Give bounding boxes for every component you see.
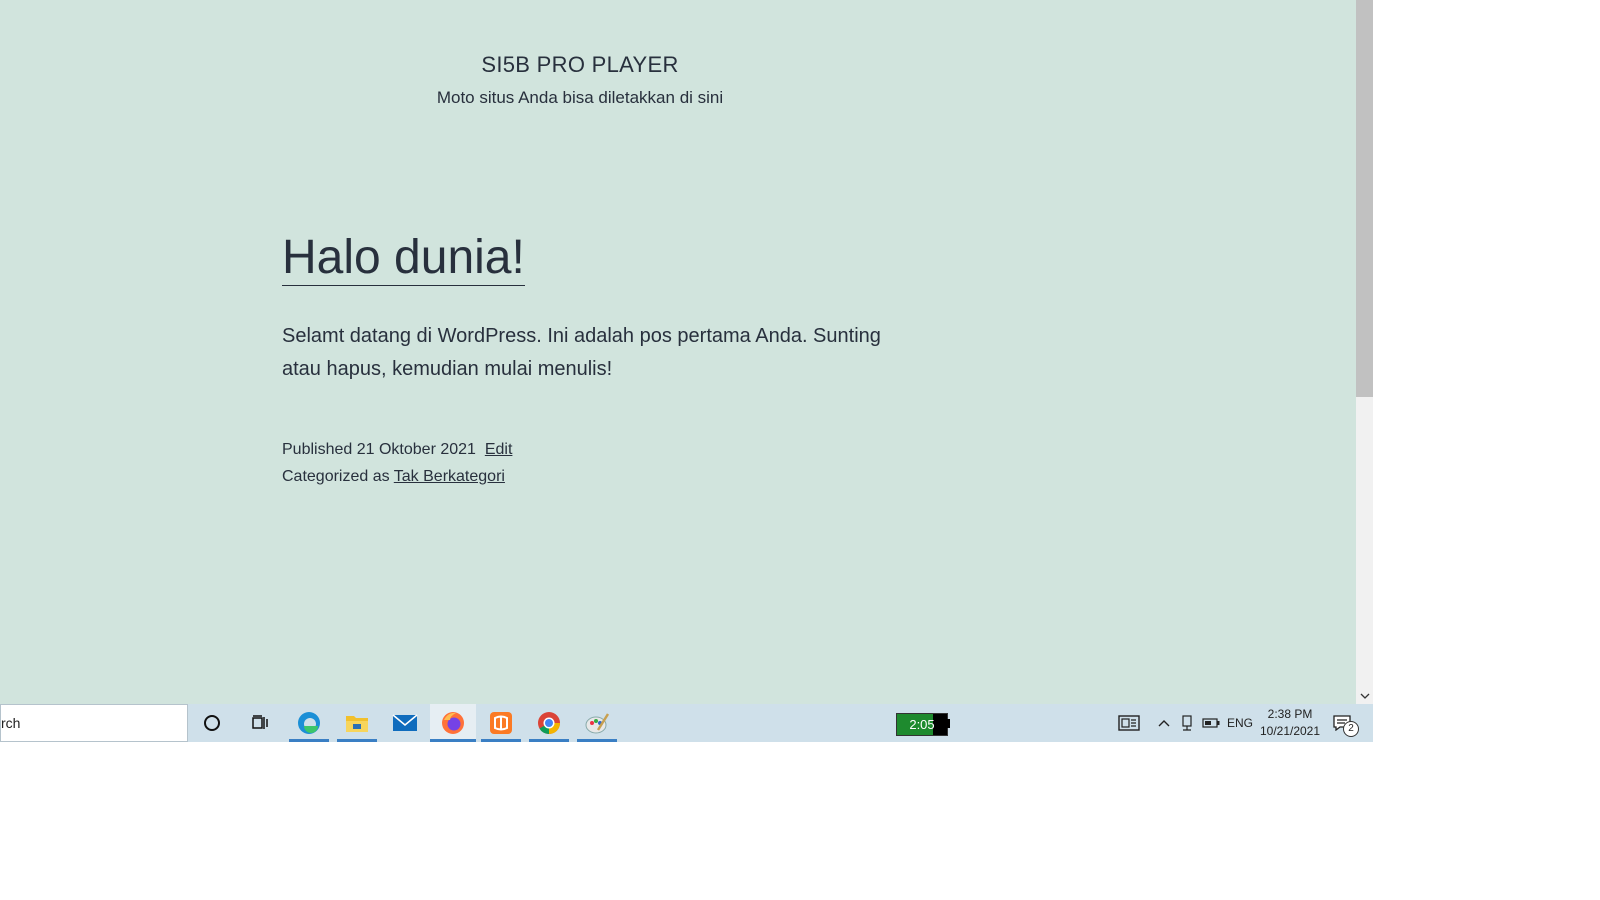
- site-tagline: Moto situs Anda bisa diletakkan di sini: [436, 88, 724, 107]
- edit-link[interactable]: Edit: [485, 441, 513, 458]
- news-widget-icon[interactable]: [1114, 704, 1144, 742]
- paint-icon[interactable]: [577, 704, 617, 742]
- battery-icon[interactable]: [1200, 704, 1222, 742]
- post-meta: Published 21 Oktober 2021 Edit Categoriz…: [282, 436, 512, 490]
- categorized-label: Categorized as: [282, 468, 390, 485]
- clock-date: 10/21/2021: [1259, 724, 1321, 738]
- category-line: Categorized as Tak Berkategori: [282, 463, 512, 490]
- mail-icon[interactable]: [385, 704, 425, 742]
- firefox-icon[interactable]: [430, 704, 476, 742]
- scrollbar-thumb[interactable]: [1356, 0, 1373, 397]
- chrome-icon[interactable]: [529, 704, 569, 742]
- scroll-down-arrow-icon[interactable]: [1356, 687, 1373, 704]
- site-title[interactable]: SI5B PRO PLAYER: [380, 52, 780, 78]
- clock-time: 2:38 PM: [1267, 707, 1313, 721]
- file-explorer-icon[interactable]: [337, 704, 377, 742]
- category-link[interactable]: Tak Berkategori: [394, 468, 505, 485]
- published-date: 21 Oktober 2021: [356, 441, 476, 458]
- post-body: Selamt datang di WordPress. Ini adalah p…: [282, 325, 881, 380]
- battery-nub: [946, 719, 950, 728]
- post-title[interactable]: Halo dunia!: [282, 231, 525, 286]
- wordpress-page: SI5B PRO PLAYER Moto situs Anda bisa dil…: [0, 0, 1356, 704]
- published-line: Published 21 Oktober 2021 Edit: [282, 436, 512, 463]
- clock[interactable]: 2:38 PM 10/21/2021: [1256, 706, 1324, 740]
- show-hidden-icons-icon[interactable]: [1154, 704, 1174, 742]
- windows-taskbar: rch 2:05 ENG 2:38 PM 10/21/2021: [0, 704, 1373, 742]
- cortana-icon[interactable]: [192, 704, 232, 742]
- battery-timer-text: 2:05: [909, 717, 935, 732]
- language-indicator[interactable]: ENG: [1225, 704, 1255, 742]
- published-label: Published: [282, 441, 353, 458]
- network-icon[interactable]: [1177, 704, 1197, 742]
- battery-timer-widget[interactable]: 2:05: [896, 713, 948, 736]
- notification-count-badge: 2: [1343, 721, 1359, 737]
- edge-icon[interactable]: [289, 704, 329, 742]
- vertical-scrollbar[interactable]: [1356, 0, 1373, 704]
- task-view-icon[interactable]: [240, 704, 280, 742]
- browser-page: SI5B PRO PLAYER Moto situs Anda bisa dil…: [0, 0, 1373, 742]
- taskbar-search-box[interactable]: rch: [0, 704, 188, 742]
- xampp-icon[interactable]: [481, 704, 521, 742]
